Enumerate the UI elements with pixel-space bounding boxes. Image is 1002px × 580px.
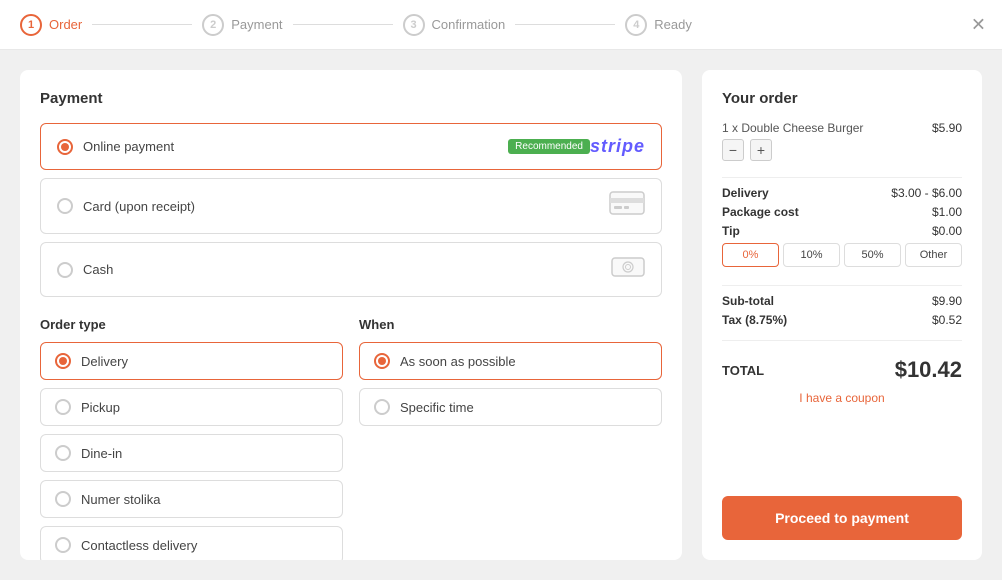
total-label: TOTAL [722, 363, 764, 378]
tax-value: $0.52 [932, 313, 962, 327]
step-circle-2: 2 [202, 14, 224, 36]
step-circle-3: 3 [403, 14, 425, 36]
card-payment-label: Card (upon receipt) [83, 199, 609, 214]
delivery-summary-value: $3.00 - $6.00 [891, 186, 962, 200]
asap-radio [374, 353, 390, 369]
step-label-payment: Payment [231, 17, 282, 32]
order-item-name: 1 x Double Cheese Burger [722, 121, 863, 135]
numer-stolika-option[interactable]: Numer stolika [40, 480, 343, 518]
stepper: 1 Order 2 Payment 3 Confirmation 4 Ready… [0, 0, 1002, 50]
asap-label: As soon as possible [400, 354, 516, 369]
subtotal-label: Sub-total [722, 294, 774, 308]
order-type-when-section: Order type Delivery Pickup Dine-in Numer… [40, 317, 662, 560]
cash-payment-label: Cash [83, 262, 611, 277]
step-label-order: Order [49, 17, 82, 32]
delivery-option[interactable]: Delivery [40, 342, 343, 380]
step-confirmation[interactable]: 3 Confirmation [403, 14, 506, 36]
coupon-link[interactable]: I have a coupon [722, 391, 962, 405]
contactless-radio [55, 537, 71, 553]
specific-time-option[interactable]: Specific time [359, 388, 662, 426]
qty-controls: − + [722, 139, 863, 161]
tax-label: Tax (8.75%) [722, 313, 787, 327]
pickup-option[interactable]: Pickup [40, 388, 343, 426]
step-line-2 [293, 24, 393, 25]
cash-payment-radio [57, 262, 73, 278]
step-line-1 [92, 24, 192, 25]
online-payment-label: Online payment [83, 139, 500, 154]
step-label-confirmation: Confirmation [432, 17, 506, 32]
step-circle-4: 4 [625, 14, 647, 36]
package-value: $1.00 [932, 205, 962, 219]
payment-title: Payment [40, 90, 662, 107]
cash-payment-option[interactable]: Cash [40, 242, 662, 297]
total-row: TOTAL $10.42 [722, 357, 962, 383]
contactless-label: Contactless delivery [81, 538, 197, 553]
package-row: Package cost $1.00 [722, 205, 962, 219]
tip-0-button[interactable]: 0% [722, 243, 779, 267]
step-ready[interactable]: 4 Ready [625, 14, 692, 36]
proceed-to-payment-button[interactable]: Proceed to payment [722, 496, 962, 540]
pickup-radio [55, 399, 71, 415]
right-panel: Your order 1 x Double Cheese Burger − + … [702, 70, 982, 560]
divider-2 [722, 285, 962, 286]
your-order-title: Your order [722, 90, 962, 107]
order-item-row: 1 x Double Cheese Burger − + $5.90 [722, 121, 962, 161]
main-content: Payment Online payment Recommended strip… [0, 50, 1002, 580]
close-button[interactable]: ✕ [971, 14, 986, 35]
tip-50-button[interactable]: 50% [844, 243, 901, 267]
delivery-label: Delivery [81, 354, 128, 369]
specific-time-radio [374, 399, 390, 415]
delivery-radio [55, 353, 71, 369]
tax-row: Tax (8.75%) $0.52 [722, 313, 962, 327]
order-type-col: Order type Delivery Pickup Dine-in Numer… [40, 317, 343, 560]
step-label-ready: Ready [654, 17, 692, 32]
dine-in-option[interactable]: Dine-in [40, 434, 343, 472]
dine-in-label: Dine-in [81, 446, 122, 461]
subtotal-value: $9.90 [932, 294, 962, 308]
online-payment-radio [57, 139, 73, 155]
tip-other-button[interactable]: Other [905, 243, 962, 267]
left-panel: Payment Online payment Recommended strip… [20, 70, 682, 560]
qty-plus-button[interactable]: + [750, 139, 772, 161]
contactless-option[interactable]: Contactless delivery [40, 526, 343, 560]
package-label: Package cost [722, 205, 799, 219]
delivery-summary-label: Delivery [722, 186, 769, 200]
tip-buttons: 0% 10% 50% Other [722, 243, 962, 267]
tip-10-button[interactable]: 10% [783, 243, 840, 267]
recommended-badge: Recommended [508, 139, 590, 154]
step-payment[interactable]: 2 Payment [202, 14, 282, 36]
numer-label: Numer stolika [81, 492, 160, 507]
tip-label: Tip [722, 224, 740, 238]
online-payment-option[interactable]: Online payment Recommended stripe [40, 123, 662, 170]
when-title: When [359, 317, 662, 332]
dine-in-radio [55, 445, 71, 461]
order-item-price: $5.90 [932, 121, 962, 135]
step-order[interactable]: 1 Order [20, 14, 82, 36]
tip-value: $0.00 [932, 224, 962, 238]
delivery-row: Delivery $3.00 - $6.00 [722, 186, 962, 200]
total-value: $10.42 [895, 357, 962, 383]
step-circle-1: 1 [20, 14, 42, 36]
qty-minus-button[interactable]: − [722, 139, 744, 161]
subtotal-row: Sub-total $9.90 [722, 294, 962, 308]
order-type-title: Order type [40, 317, 343, 332]
asap-option[interactable]: As soon as possible [359, 342, 662, 380]
divider-3 [722, 340, 962, 341]
card-payment-radio [57, 198, 73, 214]
step-line-3 [515, 24, 615, 25]
specific-time-label: Specific time [400, 400, 474, 415]
divider-1 [722, 177, 962, 178]
when-col: When As soon as possible Specific time [359, 317, 662, 560]
cash-icon [611, 255, 645, 284]
stripe-logo: stripe [590, 136, 645, 157]
card-payment-option[interactable]: Card (upon receipt) [40, 178, 662, 234]
tip-row: Tip $0.00 [722, 224, 962, 238]
card-icon [609, 191, 645, 221]
pickup-label: Pickup [81, 400, 120, 415]
numer-radio [55, 491, 71, 507]
